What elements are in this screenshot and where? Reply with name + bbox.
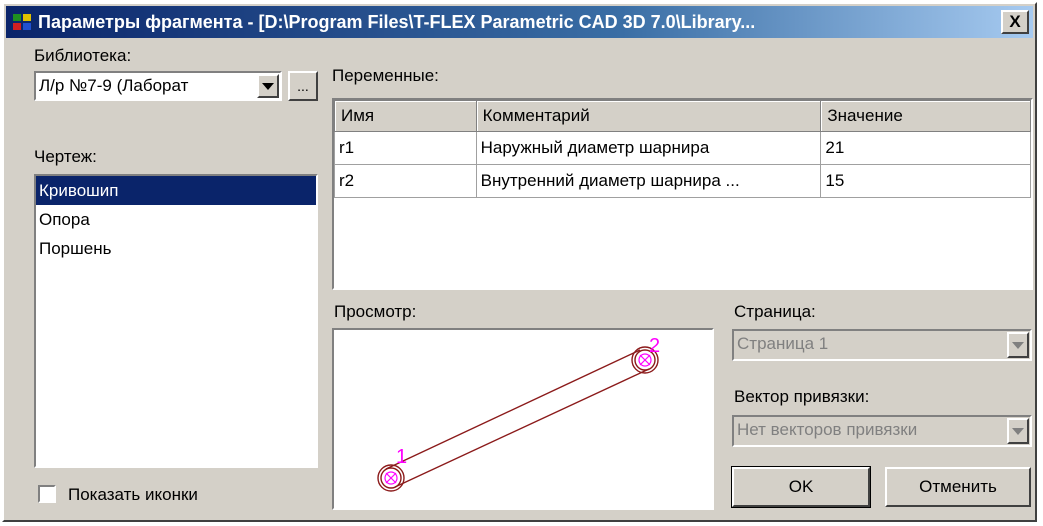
tflex-app-icon — [12, 12, 34, 32]
table-row[interactable]: r1 Наружный диаметр шарнира 21 — [334, 131, 1031, 165]
chevron-down-icon — [1012, 427, 1024, 435]
anchor-vector-dropdown-button[interactable] — [1007, 418, 1029, 444]
column-header[interactable]: Имя — [334, 100, 477, 132]
preview-label: Просмотр: — [334, 302, 417, 321]
anchor-vector-combobox[interactable]: Нет векторов привязки — [732, 415, 1032, 447]
table-cell[interactable]: 15 — [820, 164, 1031, 198]
close-button[interactable]: X — [1001, 10, 1029, 34]
table-cell[interactable]: Наружный диаметр шарнира — [475, 131, 822, 165]
drawing-label: Чертеж: — [34, 147, 97, 166]
chevron-down-icon — [1012, 341, 1024, 349]
list-item[interactable]: Кривошип — [36, 176, 316, 205]
table-cell[interactable]: r1 — [334, 131, 477, 165]
page-label: Страница: — [734, 302, 816, 321]
list-item[interactable]: Поршень — [36, 234, 316, 263]
show-icons-checkbox[interactable] — [38, 485, 56, 503]
close-icon: X — [1009, 12, 1021, 31]
drawing-list[interactable]: Кривошип Опора Поршень — [34, 174, 318, 468]
show-icons-label: Показать иконки — [68, 485, 198, 504]
library-label: Библиотека: — [34, 46, 132, 65]
preview-canvas: 1 2 — [332, 328, 714, 510]
fragment-parameters-dialog: Параметры фрагмента - [D:\Program Files\… — [2, 2, 1037, 522]
page-selected-value: Страница 1 — [737, 334, 829, 353]
variables-table[interactable]: Имя Комментарий Значение r1 Наружный диамет… — [332, 98, 1033, 290]
point-label-1: 1 — [396, 446, 407, 468]
anchor-vector-selected-value: Нет векторов привязки — [737, 420, 918, 439]
library-selected-value: Л/р №7-9 (Лаборат — [39, 76, 189, 95]
page-dropdown-button[interactable] — [1007, 332, 1029, 358]
chevron-down-icon — [262, 82, 274, 90]
ok-button[interactable]: OK — [731, 466, 871, 508]
library-combobox[interactable]: Л/р №7-9 (Лаборат — [34, 71, 282, 101]
list-item[interactable]: Опора — [36, 205, 316, 234]
library-dropdown-button[interactable] — [257, 74, 279, 98]
column-header[interactable]: Значение — [820, 100, 1031, 132]
table-row[interactable]: r2 Внутренний диаметр шарнира ... 15 — [334, 164, 1031, 198]
window-title: Параметры фрагмента - [D:\Program Files\… — [38, 11, 756, 32]
page-combobox[interactable]: Страница 1 — [732, 329, 1032, 361]
title-bar[interactable]: Параметры фрагмента - [D:\Program Files\… — [6, 6, 1033, 38]
cancel-button[interactable]: Отменить — [885, 467, 1031, 507]
library-browse-button[interactable]: ... — [288, 71, 318, 101]
table-cell[interactable]: r2 — [334, 164, 477, 198]
anchor-vector-label: Вектор привязки: — [734, 387, 870, 406]
crank-preview-drawing: 1 2 — [377, 335, 660, 492]
variables-label: Переменные: — [332, 66, 439, 85]
table-cell[interactable]: 21 — [820, 131, 1031, 165]
table-cell[interactable]: Внутренний диаметр шарнира ... — [475, 164, 822, 198]
column-header[interactable]: Комментарий — [475, 100, 822, 132]
point-label-2: 2 — [649, 335, 660, 357]
